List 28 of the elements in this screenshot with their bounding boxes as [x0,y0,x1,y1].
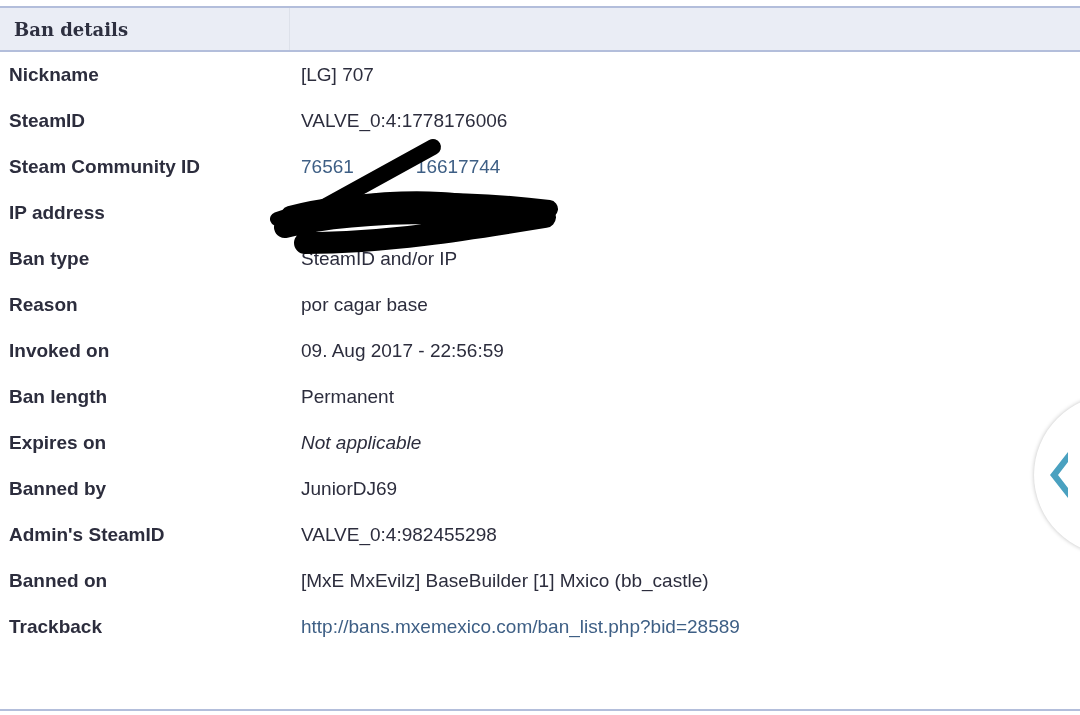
field-label: Invoked on [8,340,111,362]
field-label: Ban length [8,386,109,408]
field-label: Ban type [8,248,91,270]
field-label: SteamID [8,110,87,132]
field-label: Banned by [8,478,108,500]
link[interactable]: http://bans.mxemexico.com/ban_list.php?bid=28589 [301,616,740,637]
field-value: [LG] 707 [301,64,375,86]
field-value: [MxE MxEvilz] BaseBuilder [1] Mxico (bb_castle) [301,570,710,592]
field-label: Admin's SteamID [8,524,166,546]
field-value: JuniorDJ69 [301,478,399,500]
link[interactable]: 16617744 [415,156,501,177]
field-label: Trackback [8,616,103,638]
chevron-left-icon [1048,450,1070,500]
field-value: VALVE_0:4:1778176006 [301,110,509,132]
field-label: Expires on [8,432,108,454]
field-label: Steam Community ID [8,156,202,178]
field-label: IP address [8,202,106,224]
field-value: SteamID and/or IP [301,248,459,270]
field-label: Nickname [8,64,100,86]
link[interactable]: 76561 [301,156,354,177]
field-label: Reason [8,294,79,316]
field-value: 09. Aug 2017 - 22:56:59 [301,340,505,362]
field-value: Not applicable [301,432,423,454]
field-value: por cagar base [301,294,429,316]
field-value: Permanent [301,386,395,408]
panel-title: Ban details [13,18,129,40]
field-value: VALVE_0:4:982455298 [301,524,498,546]
field-label: Banned on [8,570,109,592]
